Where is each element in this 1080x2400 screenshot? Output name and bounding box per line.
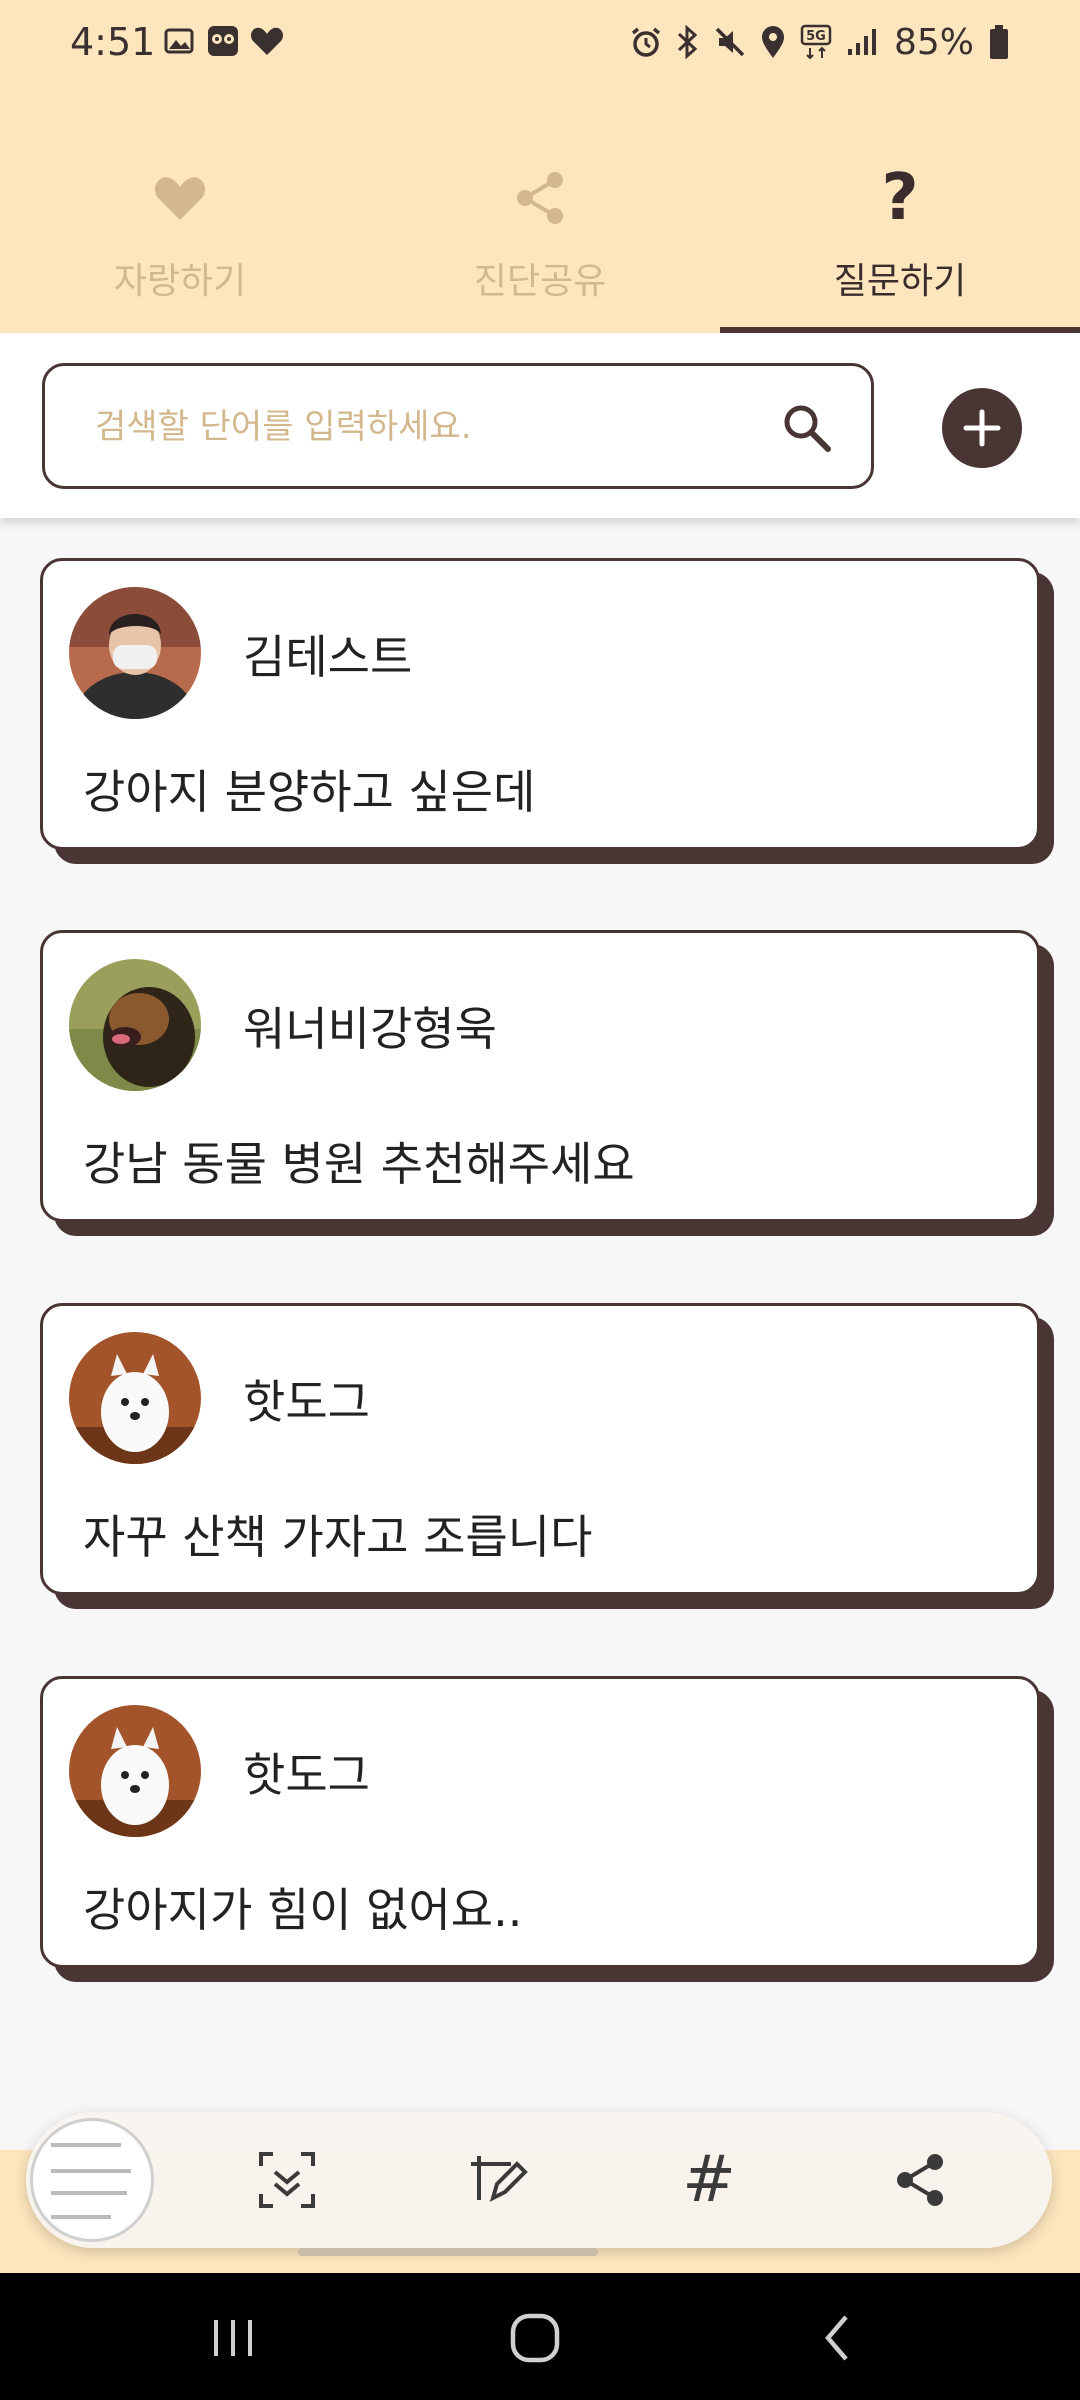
post-title: 강남 동물 병원 추천해주세요 (83, 1137, 635, 1191)
image-icon (162, 24, 196, 58)
recent-apps-icon[interactable] (198, 2303, 268, 2373)
scroll-capture-icon[interactable] (251, 2144, 323, 2216)
battery-percent: 85% (893, 21, 974, 63)
share-icon (513, 162, 567, 234)
post-title: 강아지가 힘이 없어요.. (83, 1883, 523, 1937)
edit-icon[interactable] (463, 2144, 535, 2216)
author-name: 핫도그 (243, 1748, 370, 1802)
search-input[interactable] (95, 394, 775, 460)
system-nav-bar (0, 2273, 1080, 2400)
tab-label: 자랑하기 (113, 261, 247, 302)
tag-icon[interactable]: # (673, 2144, 745, 2216)
heart-icon (152, 162, 208, 234)
tab-diagnosis-share[interactable]: 진단공유 (360, 150, 720, 333)
plus-icon (963, 409, 1001, 447)
add-post-button[interactable] (942, 388, 1022, 468)
post-card[interactable]: 핫도그 자꾸 산책 가자고 조릅니다 (40, 1303, 1040, 1595)
author-name: 핫도그 (243, 1375, 370, 1429)
search-section (0, 333, 1080, 518)
5g-icon: 5G (800, 22, 832, 62)
screenshot-thumbnail[interactable] (30, 2118, 154, 2242)
post-card[interactable]: 김테스트 강아지 분양하고 싶은데 (40, 558, 1040, 850)
status-bar: 4:51 5G 85% (0, 0, 1080, 90)
tab-ask-question[interactable]: ? 질문하기 (720, 150, 1080, 333)
heart-icon (250, 24, 284, 58)
toolbar-handle[interactable] (298, 2248, 598, 2256)
home-icon[interactable] (500, 2303, 570, 2373)
avatar (69, 959, 201, 1091)
bluetooth-icon (676, 22, 700, 62)
avatar (69, 1332, 201, 1464)
alarm-icon (630, 22, 662, 62)
back-icon[interactable] (803, 2303, 873, 2373)
signal-icon (846, 22, 880, 62)
app-notification-icon (206, 24, 240, 58)
post-title: 강아지 분양하고 싶은데 (83, 765, 536, 819)
author-name: 김테스트 (243, 630, 413, 684)
avatar (69, 587, 201, 719)
tab-brag[interactable]: 자랑하기 (0, 150, 360, 333)
tab-label: 진단공유 (473, 261, 607, 302)
post-title: 자꾸 산책 가자고 조릅니다 (83, 1510, 593, 1564)
screenshot-toolbar: # (26, 2112, 1052, 2248)
search-box (42, 363, 874, 489)
status-time: 4:51 (70, 20, 156, 64)
battery-icon (988, 22, 1010, 62)
post-card[interactable]: 워너비강형욱 강남 동물 병원 추천해주세요 (40, 930, 1040, 1222)
header: 4:51 5G 85% 자랑하기 진단공유 ? 질문하기 (0, 0, 1080, 333)
question-icon: ? (881, 161, 919, 235)
mute-icon (714, 22, 746, 62)
author-name: 워너비강형욱 (243, 1002, 497, 1056)
post-card[interactable]: 핫도그 강아지가 힘이 없어요.. (40, 1676, 1040, 1968)
location-icon (760, 22, 786, 62)
search-icon[interactable] (781, 402, 833, 454)
share-icon[interactable] (884, 2144, 956, 2216)
app-screen: 4:51 5G 85% 자랑하기 진단공유 ? 질문하기 검색할 단어를 입력하… (0, 0, 1080, 2400)
svg-text:5G: 5G (806, 29, 826, 44)
tab-label: 질문하기 (833, 261, 967, 302)
tab-bar: 자랑하기 진단공유 ? 질문하기 (0, 150, 1080, 333)
avatar (69, 1705, 201, 1837)
